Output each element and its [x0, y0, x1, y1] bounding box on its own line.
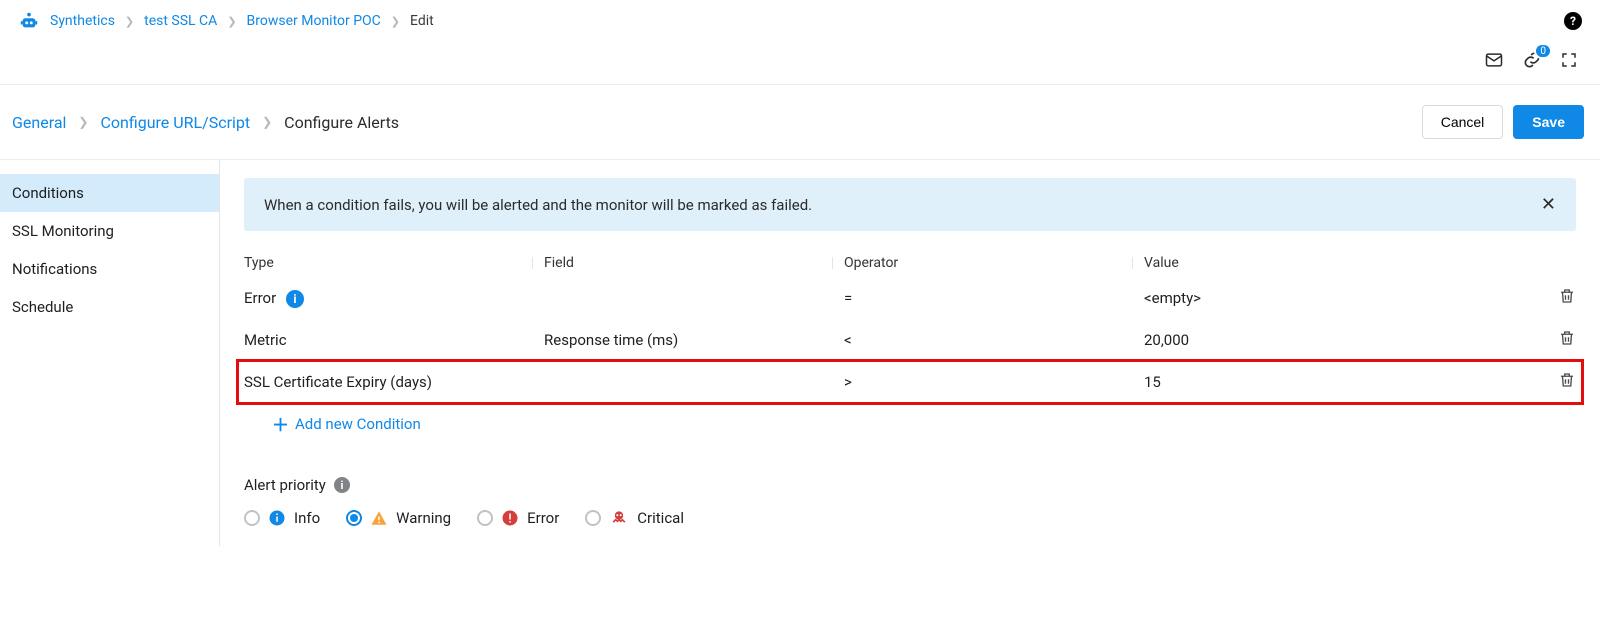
secondary-toolbar: 0 — [0, 36, 1600, 85]
row-operator: > — [844, 373, 1144, 391]
row-field: Response time (ms) — [544, 331, 844, 349]
sidebar-item-conditions[interactable]: Conditions — [0, 174, 219, 212]
breadcrumb-current: Edit — [410, 13, 434, 29]
synthetics-robot-icon — [18, 10, 40, 32]
trash-icon[interactable] — [1558, 329, 1576, 351]
alert-priority-title: Alert priority — [244, 476, 326, 494]
critical-severity-icon — [609, 508, 629, 528]
step-current: Configure Alerts — [284, 113, 399, 132]
row-value: <empty> — [1144, 289, 1536, 307]
radio-icon — [477, 510, 493, 526]
plus-icon: ＋ — [272, 411, 289, 436]
help-icon[interactable]: ? — [1564, 12, 1582, 30]
col-type: Type — [244, 255, 544, 271]
conditions-table: Type Field Operator Value Error i = <emp… — [244, 249, 1576, 403]
row-type: SSL Certificate Expiry (days) — [244, 373, 544, 391]
cancel-button[interactable]: Cancel — [1422, 105, 1504, 139]
step-breadcrumb: General ❯ Configure URL/Script ❯ Configu… — [12, 113, 399, 132]
priority-label: Info — [294, 509, 320, 527]
save-button[interactable]: Save — [1513, 105, 1584, 139]
chevron-right-icon: ❯ — [262, 115, 272, 129]
sidebar-item-ssl-monitoring[interactable]: SSL Monitoring — [0, 212, 219, 250]
link-count-badge: 0 — [1534, 43, 1552, 59]
breadcrumb-link-testsslca[interactable]: test SSL CA — [144, 13, 217, 29]
chevron-right-icon: ❯ — [78, 115, 88, 129]
row-type: Metric — [244, 331, 544, 349]
close-icon[interactable]: ✕ — [1541, 194, 1556, 215]
error-severity-icon — [501, 509, 519, 527]
info-icon[interactable]: i — [334, 477, 350, 493]
row-operator: = — [844, 289, 1144, 307]
sidebar-item-notifications[interactable]: Notifications — [0, 250, 219, 288]
info-severity-icon — [268, 509, 286, 527]
info-banner-text: When a condition fails, you will be aler… — [264, 196, 812, 214]
mail-icon[interactable] — [1484, 50, 1504, 70]
table-row[interactable]: Error i = <empty> — [244, 277, 1576, 319]
chevron-right-icon: ❯ — [125, 15, 134, 28]
priority-critical[interactable]: Critical — [585, 508, 684, 528]
priority-label: Warning — [396, 509, 451, 527]
table-row[interactable]: Metric Response time (ms) < 20,000 — [244, 319, 1576, 361]
row-operator: < — [844, 331, 1144, 349]
info-icon[interactable]: i — [286, 290, 304, 308]
priority-info[interactable]: Info — [244, 509, 320, 527]
breadcrumb-link-browser-monitor-poc[interactable]: Browser Monitor POC — [247, 13, 381, 29]
fullscreen-icon[interactable] — [1560, 51, 1578, 69]
priority-options: Info Warning Error — [244, 508, 1576, 528]
breadcrumb: Synthetics ❯ test SSL CA ❯ Browser Monit… — [18, 10, 434, 32]
step-general[interactable]: General — [12, 113, 66, 132]
priority-label: Critical — [637, 509, 684, 527]
add-condition-button[interactable]: ＋ Add new Condition — [244, 403, 421, 436]
table-row[interactable]: SSL Certificate Expiry (days) > 15 — [238, 361, 1582, 403]
link-icon[interactable]: 0 — [1522, 50, 1542, 70]
col-value: Value — [1144, 255, 1536, 271]
radio-icon — [244, 510, 260, 526]
breadcrumb-link-synthetics[interactable]: Synthetics — [50, 13, 115, 29]
row-value: 15 — [1144, 373, 1536, 391]
chevron-right-icon: ❯ — [391, 15, 400, 28]
row-type: Error — [244, 289, 276, 307]
radio-icon — [346, 510, 362, 526]
trash-icon[interactable] — [1558, 287, 1576, 309]
priority-error[interactable]: Error — [477, 509, 559, 527]
add-condition-label: Add new Condition — [295, 415, 421, 433]
row-value: 20,000 — [1144, 331, 1536, 349]
info-banner: When a condition fails, you will be aler… — [244, 178, 1576, 231]
priority-warning[interactable]: Warning — [346, 509, 451, 527]
col-operator: Operator — [844, 255, 1144, 271]
warning-severity-icon — [370, 509, 388, 527]
priority-label: Error — [527, 509, 559, 527]
chevron-right-icon: ❯ — [227, 15, 236, 28]
sidebar-item-schedule[interactable]: Schedule — [0, 288, 219, 326]
trash-icon[interactable] — [1558, 371, 1576, 393]
sidebar: Conditions SSL Monitoring Notifications … — [0, 160, 220, 546]
step-configure-url[interactable]: Configure URL/Script — [100, 113, 250, 132]
radio-icon — [585, 510, 601, 526]
col-field: Field — [544, 255, 844, 271]
